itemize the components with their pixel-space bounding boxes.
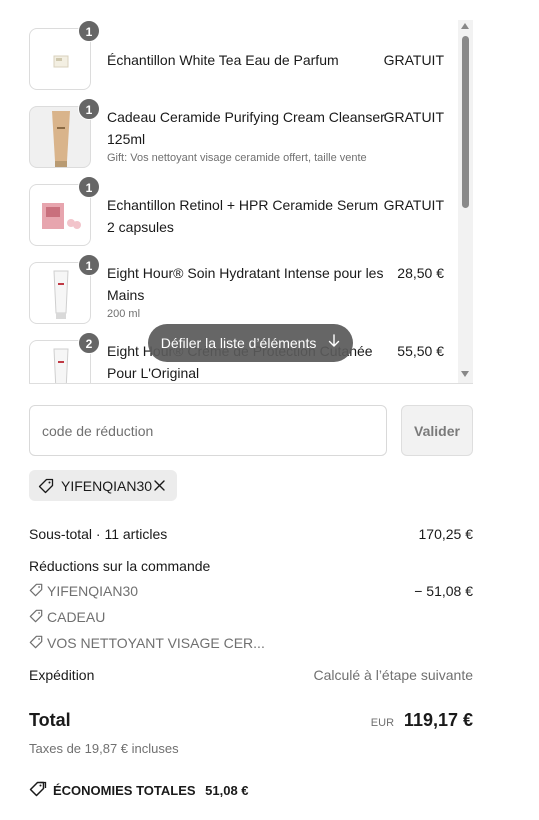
total-savings-label: ÉCONOMIES TOTALES [53, 783, 196, 798]
discount-line-label: VOS NETTOYANT VISAGE CER... [47, 635, 265, 651]
applied-discount-code: YIFENQIAN30 [61, 478, 153, 494]
item-name: Échantillon White Tea Eau de Parfum [107, 52, 339, 68]
taxes-note: Taxes de 19,87 € incluses [29, 741, 179, 756]
item-name: Echantillon Retinol + HPR Ceramide Serum… [107, 197, 379, 235]
item-price: 28,50 € [397, 265, 444, 281]
total-value: 119,17 € [403, 710, 473, 730]
discount-line-label: CADEAU [47, 609, 106, 625]
apply-discount-button[interactable]: Valider [401, 405, 473, 456]
total-currency: EUR [370, 717, 395, 729]
item-price: GRATUIT [383, 197, 444, 213]
scroll-items-button[interactable]: Défiler la liste d’éléments [148, 324, 353, 362]
discount-line-label: YIFENQIAN30 [47, 583, 139, 599]
shipping-value: Calculé à l’étape suivante [313, 667, 473, 683]
item-description: Gift: Vos nettoyant visage ceramide offe… [107, 152, 367, 164]
tag-icon [29, 583, 43, 600]
total-savings-value: 51,08 € [205, 783, 249, 798]
item-price: GRATUIT [383, 109, 444, 125]
scrollbar-thumb[interactable] [462, 36, 469, 208]
discount-line: YIFENQIAN30 − 51,08 € [29, 583, 473, 600]
item-price: GRATUIT [383, 52, 444, 68]
applied-discount-chip: YIFENQIAN30 [29, 470, 177, 501]
shipping-label: Expédition [29, 667, 95, 683]
subtotal-value: 170,25 € [418, 526, 474, 542]
tag-icon [29, 781, 47, 800]
shipping-row: Expédition Calculé à l’étape suivante [29, 667, 473, 683]
item-name: Cadeau Ceramide Purifying Cream Cleanser… [107, 109, 385, 147]
item-description: 200 ml [107, 308, 141, 320]
quantity-badge: 1 [78, 176, 100, 198]
close-icon[interactable] [153, 479, 166, 495]
tag-icon [29, 609, 43, 626]
discount-line: VOS NETTOYANT VISAGE CER... [29, 635, 473, 652]
discount-line-value: − 51,08 € [414, 583, 473, 599]
quantity-badge: 1 [78, 254, 100, 276]
arrow-down-icon [328, 324, 340, 362]
total-row: Total EUR 119,17 € [29, 710, 473, 736]
subtotal-row: Sous-total · 11 articles 170,25 € [29, 526, 473, 542]
discount-line: CADEAU [29, 609, 473, 626]
discount-code-input[interactable] [29, 405, 387, 456]
total-label: Total [29, 710, 71, 730]
subtotal-label: Sous-total · 11 articles [29, 526, 168, 542]
quantity-badge: 1 [78, 98, 100, 120]
quantity-badge: 2 [78, 332, 100, 354]
order-discounts-heading: Réductions sur la commande [29, 558, 211, 574]
item-price: 55,50 € [397, 343, 444, 359]
scroll-up-arrow-icon[interactable] [461, 23, 469, 29]
tag-icon [29, 635, 43, 652]
scroll-down-arrow-icon[interactable] [461, 371, 469, 377]
scroll-items-label: Défiler la liste d’éléments [160, 335, 317, 351]
item-name: Eight Hour® Soin Hydratant Intense pour … [107, 265, 384, 303]
total-savings-row: ÉCONOMIES TOTALES 51,08 € [29, 781, 473, 800]
tag-icon [38, 478, 54, 497]
quantity-badge: 1 [78, 20, 100, 42]
